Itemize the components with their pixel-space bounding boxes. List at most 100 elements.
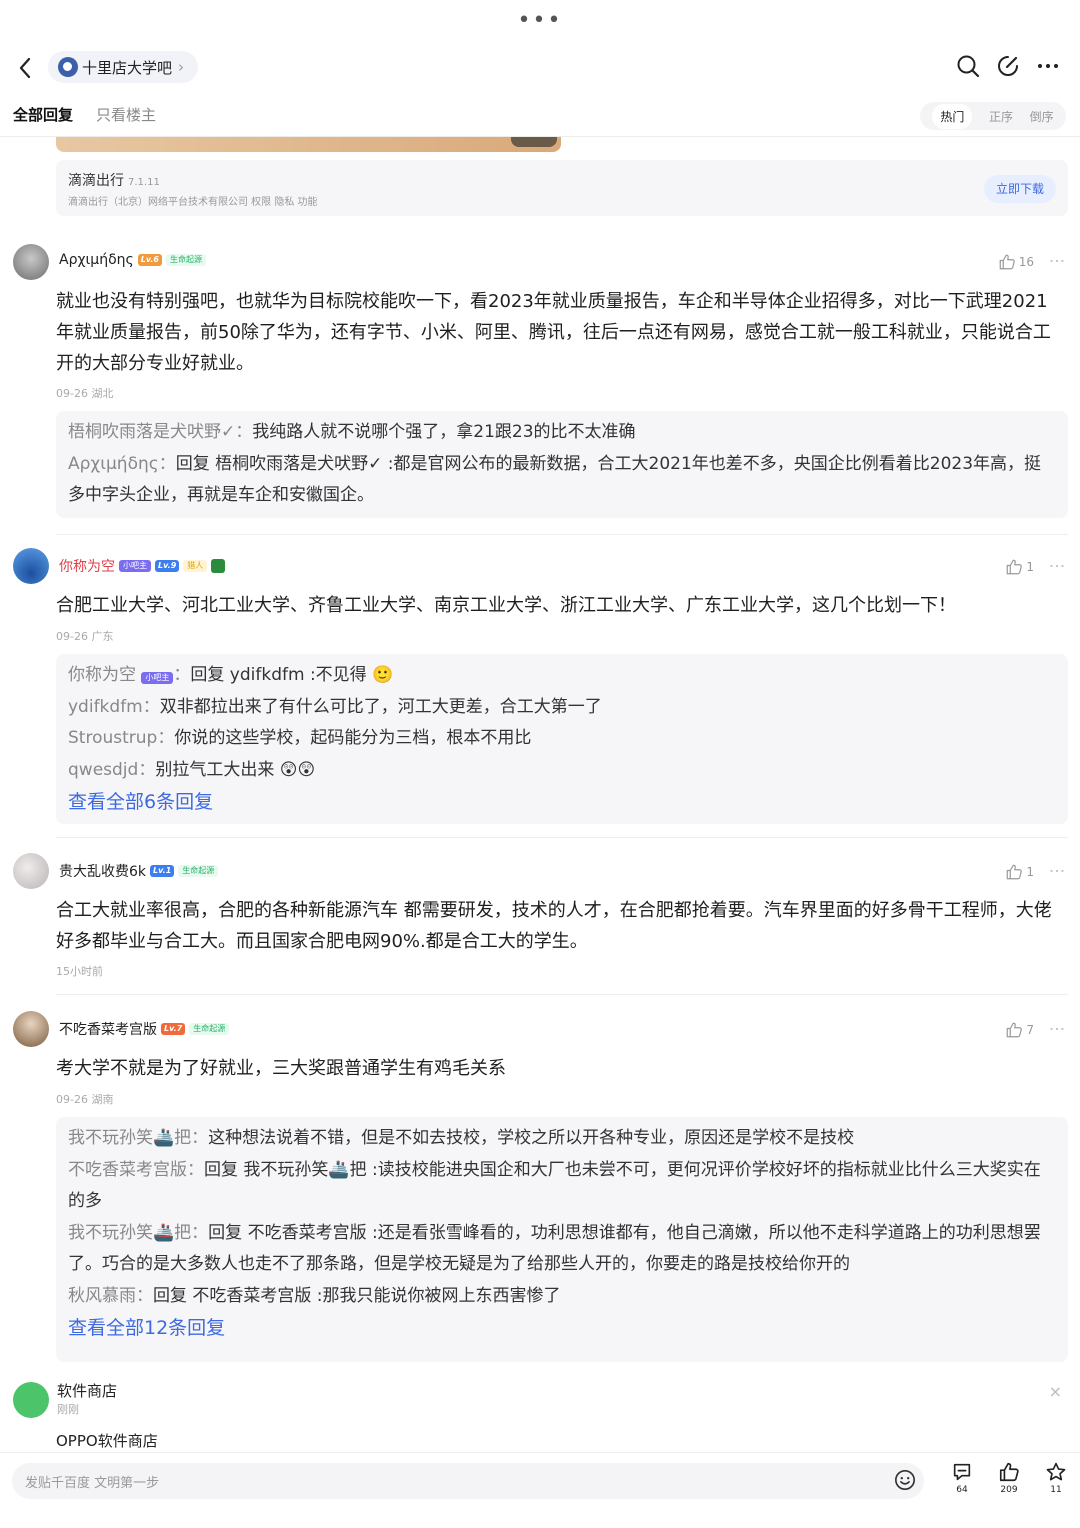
reply-author[interactable]: qwesdjd [68,760,138,780]
reply-item[interactable]: 我不玩孙笑🚢把：回复 不吃香菜考宫版 :还是看张雪峰看的，功利思想谁都有，他自己… [68,1218,1056,1281]
username[interactable]: Αρχιμήδης Lv.6 生命起源 [59,252,206,268]
reply-item[interactable]: 秋风慕雨：回复 不吃香菜考宫版 :那我只能说你被网上东西害惨了 [68,1281,1056,1313]
emoji-icon[interactable] [894,1469,916,1491]
reply-item[interactable]: 我不玩孙笑🚢把：这种想法说着不错，但是不如去技校，学校之所以开各种专业，原因还是… [68,1123,1056,1155]
post-divider [56,837,1068,838]
comment-meta: 09-26 湖北 [56,387,114,400]
honor-badge: 生命起源 [178,865,219,877]
more-vertical-icon[interactable]: ⋮ [1048,558,1067,575]
like-count: 1 [1026,865,1034,879]
reply-author[interactable]: 我不玩孙笑🚢把 [68,1128,191,1148]
comment-body: 就业也没有特别强吧，也就华为目标院校能吹一下，看2023年就业质量报告，车企和半… [56,291,1051,374]
honor-badge: 生命起源 [189,1023,230,1035]
reply-author[interactable]: 梧桐吹雨落是犬吠野✓ [68,422,235,442]
edit-icon[interactable] [996,54,1020,78]
more-vertical-icon[interactable]: ⋮ [1048,253,1067,270]
reply-item[interactable]: 梧桐吹雨落是犬吠野✓：我纯路人就不说哪个强了，拿21跟23的比不太准确 [68,417,1056,449]
post-like-count: 209 [1000,1485,1018,1495]
close-icon[interactable]: × [1049,1382,1062,1401]
back-arrow-icon[interactable] [14,54,38,82]
reply-box: 我不玩孙笑🚢把：这种想法说着不错，但是不如去技校，学校之所以开各种专业，原因还是… [56,1117,1068,1362]
like-count: 16 [1018,255,1034,269]
reply-author[interactable]: ydifkdfm [68,697,143,717]
thumb-up-icon [1007,864,1023,880]
username[interactable]: 你称为空 小吧主 Lv.9 猎人 [59,556,226,576]
honor-badge: 猎人 [183,560,208,572]
like-post-button[interactable]: 209 [989,1461,1029,1495]
moderator-badge: 小吧主 [119,560,151,572]
reply-input[interactable]: 发贴千百度 文明第一步 [12,1463,924,1499]
like-button[interactable]: 7 [1005,1021,1034,1039]
sort-asc[interactable]: 正序 [989,108,1013,125]
post-divider [56,994,1068,995]
username[interactable]: 不吃香菜考宫版 Lv.7 生命起源 [59,1019,230,1039]
sort-hot[interactable]: 热门 [932,103,973,129]
level-badge: Lv.6 [137,254,162,266]
username[interactable]: 贵大乱收费6k Lv.1 生命起源 [59,861,219,881]
view-all-replies-link[interactable]: 查看全部12条回复 [68,1312,1056,1344]
reply-author[interactable]: 我不玩孙笑🚢把 [68,1223,191,1243]
level-badge: Lv.1 [150,865,175,877]
tab-all-replies[interactable]: 全部回复 [13,104,73,125]
avatar[interactable] [13,548,49,584]
like-button[interactable]: 1 [1005,558,1034,576]
favorite-button[interactable]: 11 [1036,1461,1076,1495]
ad-app-version: 7.1.11 [128,177,160,188]
like-button[interactable]: 16 [998,253,1034,271]
reply-item[interactable]: qwesdjd：别拉气工大出来 😲😲 [68,755,1056,787]
more-icon[interactable] [1036,54,1060,78]
reply-author[interactable]: Stroustrup [68,728,157,748]
comment-meta: 09-26 广东 [56,630,114,643]
app-store-icon [13,1382,49,1418]
ad-card[interactable]: 滴滴出行 7.1.11 滴滴出行（北京）网络平台技术有限公司 权限 隐私 功能 立… [56,160,1068,216]
thumb-up-icon [999,254,1015,270]
tab-op-only[interactable]: 只看楼主 [96,104,156,125]
ad-app-name: 滴滴出行 7.1.11 [68,173,160,189]
reply-box: 你称为空 小吧主 ：回复 ydifkdfm :不见得 🙂 ydifkdfm：双非都… [56,654,1068,824]
reply-author[interactable]: 秋风慕雨 [68,1286,136,1306]
reply-author[interactable]: Αρχιμήδης [68,454,159,474]
ad-image[interactable] [56,137,561,152]
like-count: 1 [1026,560,1034,574]
comment-body: 考大学不就是为了好就业，三大奖跟普通学生有鸡毛关系 [56,1058,506,1079]
reply-item[interactable]: 不吃香菜考宫版：回复 我不玩孙笑🚢把 :读技校能进央国企和大厂也未尝不可，更何况… [68,1155,1056,1218]
reply-author[interactable]: 你称为空 [68,665,136,685]
reply-item[interactable]: ydifkdfm：双非都拉出来了有什么可比了，河工大更差，合工大第一了 [68,692,1056,724]
chevron-right-icon: › [178,58,185,76]
forum-logo-icon [58,57,78,77]
window-handle[interactable]: ••• [0,10,1080,32]
more-vertical-icon[interactable]: ⋮ [1048,1021,1067,1038]
notification-time: 刚刚 [57,1403,79,1416]
reply-item[interactable]: Αρχιμήδης：回复 梧桐吹雨落是犬吠野✓ :都是官网公布的最新数据，合工大… [68,449,1056,512]
avatar[interactable] [13,853,49,889]
forum-chip[interactable]: 十里店大学吧 › [48,51,199,83]
medal-icon [211,559,226,573]
forum-name: 十里店大学吧 [82,58,173,77]
reply-author[interactable]: 不吃香菜考宫版 [68,1160,187,1180]
post-divider [56,534,1068,535]
thumb-up-icon [1007,1022,1023,1038]
moderator-badge: 小吧主 [141,672,174,684]
search-icon[interactable] [956,54,980,78]
comment-icon [953,1463,971,1481]
star-icon [1046,1462,1066,1481]
reply-item[interactable]: 你称为空 小吧主 ：回复 ydifkdfm :不见得 🙂 [68,660,1056,692]
sort-switch: 热门 正序 倒序 [920,102,1066,130]
system-notification[interactable]: 软件商店 刚刚 OPPO软件商店 × [0,1380,1080,1452]
navbar: 十里店大学吧 › [0,48,1080,88]
sort-desc[interactable]: 倒序 [1030,108,1054,125]
notification-title: 软件商店 [57,1382,118,1400]
comment-body: 合工大就业率很高，合肥的各种新能源汽车 都需要研发，技术的人才，在合肥都抢着要。… [56,900,1052,952]
like-button[interactable]: 1 [1005,863,1034,881]
comment-meta: 15小时前 [56,965,103,978]
more-vertical-icon[interactable]: ⋮ [1048,863,1067,880]
comment-button[interactable]: 64 [942,1461,982,1495]
reply-item[interactable]: Stroustrup：你说的这些学校，起码能分为三档，根本不用比 [68,723,1056,755]
avatar[interactable] [13,1011,49,1047]
view-all-replies-link[interactable]: 查看全部6条回复 [68,786,1056,818]
avatar[interactable] [13,244,49,280]
reply-input-placeholder: 发贴千百度 文明第一步 [25,1476,160,1491]
honor-badge: 生命起源 [166,254,206,266]
reply-tabs: 全部回复 只看楼主 热门 正序 倒序 [0,100,1080,136]
ad-download-button[interactable]: 立即下载 [983,175,1056,203]
